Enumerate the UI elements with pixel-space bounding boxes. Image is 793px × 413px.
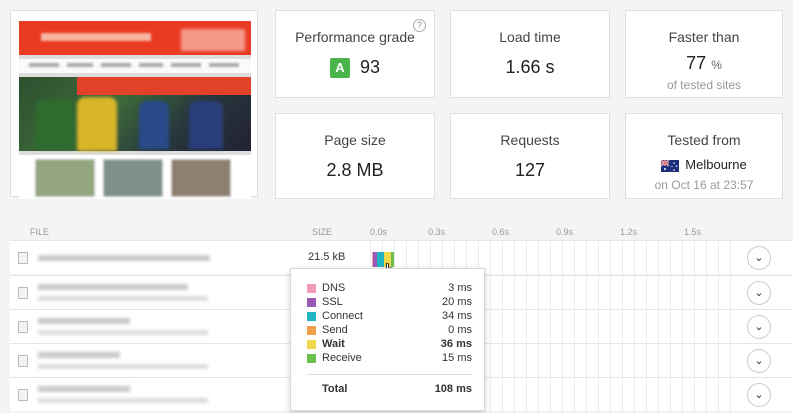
file-host	[38, 330, 208, 335]
australia-flag-icon	[661, 159, 680, 172]
performance-score: 93	[359, 57, 381, 77]
page-screenshot[interactable]	[10, 10, 258, 199]
file-url[interactable]	[38, 318, 130, 324]
file-size: 21.5 kB	[308, 251, 346, 263]
file-host	[38, 296, 208, 301]
file-icon	[18, 355, 28, 367]
chevron-down-icon[interactable]: ⌄	[747, 281, 771, 305]
timing-value: 0 ms	[448, 324, 472, 336]
file-host	[38, 364, 208, 369]
timing-total-row: Total 108 ms	[307, 383, 472, 397]
chevron-down-icon[interactable]: ⌄	[747, 383, 771, 407]
requests-title: Requests	[500, 132, 560, 148]
timing-label: Send	[322, 324, 348, 336]
timing-value: 15 ms	[442, 352, 472, 364]
timing-connect-row: Connect 34 ms	[307, 310, 472, 324]
timing-label: Connect	[322, 310, 363, 322]
tested-from-title: Tested from	[667, 132, 741, 148]
timing-value: 36 ms	[440, 338, 472, 350]
timing-value: 34 ms	[442, 310, 472, 322]
load-time-value: 1.66 s	[505, 57, 555, 77]
file-icon	[18, 287, 28, 299]
timing-label: DNS	[322, 282, 346, 294]
tested-from-card: Tested from Melbourne on Oct 16 at 23:57	[625, 113, 783, 199]
dns-swatch	[307, 284, 316, 293]
ssl-swatch	[307, 298, 316, 307]
faster-than-card: Faster than 77 % of tested sites	[625, 10, 783, 98]
tooltip-divider	[307, 374, 472, 375]
timing-ssl-row: SSL 20 ms	[307, 296, 472, 310]
total-label: Total	[322, 383, 348, 395]
timing-value: 3 ms	[448, 282, 472, 294]
file-icon	[18, 252, 28, 264]
chevron-down-icon[interactable]: ⌄	[747, 349, 771, 373]
file-column-header: FILE	[30, 227, 50, 237]
faster-than-unit: %	[711, 58, 722, 72]
chevron-down-icon[interactable]: ⌄	[747, 315, 771, 339]
load-time-card: Load time 1.66 s	[450, 10, 610, 98]
file-icon	[18, 389, 28, 401]
faster-than-number: 77	[686, 53, 707, 73]
timing-dns-row: DNS 3 ms	[307, 282, 472, 296]
chevron-down-icon[interactable]: ⌄	[747, 246, 771, 270]
help-icon[interactable]: ?	[413, 19, 426, 32]
requests-value: 127	[514, 160, 546, 180]
tested-from-location: Melbourne	[685, 157, 747, 172]
timing-tooltip: DNS 3 ms SSL 20 ms Connect 34 ms Send 0 …	[290, 268, 485, 411]
timing-label: Wait	[322, 338, 345, 350]
receive-swatch	[307, 354, 316, 363]
load-time-title: Load time	[499, 29, 561, 45]
performance-grade-title: Performance grade	[295, 29, 415, 45]
grade-badge: A	[329, 58, 350, 79]
page-size-title: Page size	[324, 132, 386, 148]
faster-than-title: Faster than	[668, 29, 740, 45]
file-url[interactable]	[38, 255, 210, 261]
timing-receive-row: Receive 15 ms	[307, 352, 472, 366]
file-url[interactable]	[38, 352, 120, 358]
timing-value: 20 ms	[442, 296, 472, 308]
timing-send-row: Send 0 ms	[307, 324, 472, 338]
wait-swatch	[307, 340, 316, 349]
send-swatch	[307, 326, 316, 335]
requests-card: Requests 127	[450, 113, 610, 199]
timing-wait-row: Wait 36 ms	[307, 338, 472, 352]
total-value: 108 ms	[434, 383, 472, 395]
file-host	[38, 398, 208, 403]
faster-than-sub: of tested sites	[666, 78, 742, 92]
tested-from-date: on Oct 16 at 23:57	[654, 178, 754, 192]
size-column-header: SIZE	[312, 227, 333, 237]
tested-from-location-row: Melbourne	[626, 157, 782, 172]
faster-than-value: 77 %	[626, 53, 782, 74]
connect-swatch	[307, 312, 316, 321]
timing-label: SSL	[322, 296, 343, 308]
performance-grade-card: ? Performance grade A 93	[275, 10, 435, 98]
file-url[interactable]	[38, 284, 188, 290]
file-url[interactable]	[38, 386, 130, 392]
page-size-value: 2.8 MB	[326, 160, 384, 180]
timing-label: Receive	[322, 352, 362, 364]
file-icon	[18, 321, 28, 333]
page-size-card: Page size 2.8 MB	[275, 113, 435, 199]
performance-grade-value: A 93	[276, 57, 434, 79]
screenshot-image	[19, 21, 251, 199]
